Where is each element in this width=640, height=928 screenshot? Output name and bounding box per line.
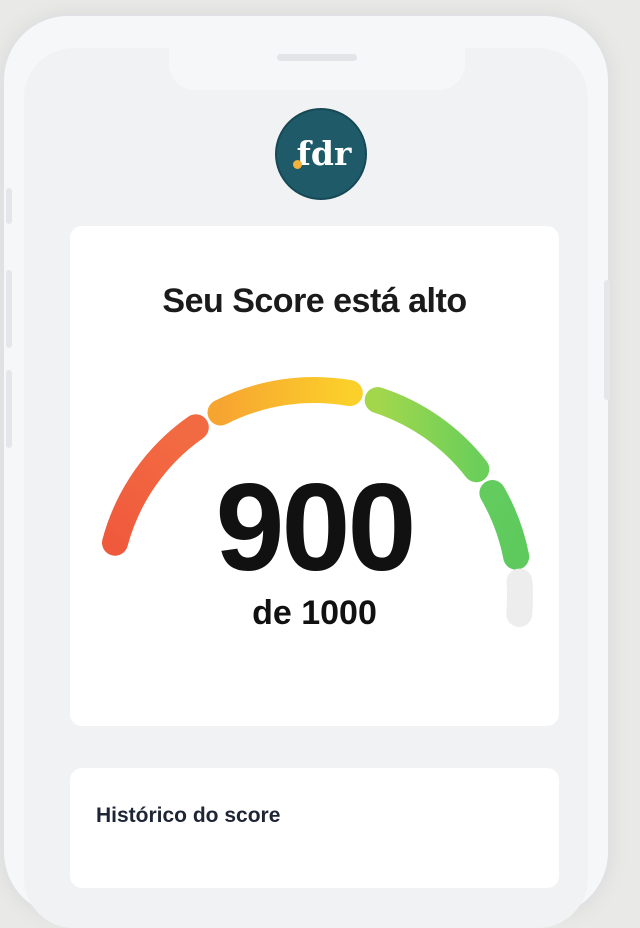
volume-down-button <box>6 370 12 448</box>
speaker-grille <box>277 54 357 61</box>
score-history-title: Histórico do score <box>96 804 281 827</box>
gauge-segment-low <box>207 377 363 426</box>
power-button <box>604 280 610 400</box>
phone-notch <box>169 48 465 90</box>
logo-text: fdr <box>296 133 352 173</box>
volume-up-button <box>6 270 12 348</box>
silent-switch <box>6 188 12 224</box>
score-value: 900 <box>215 459 417 597</box>
score-max-label: de 1000 <box>252 594 377 632</box>
fdr-logo: fdr <box>277 110 365 198</box>
score-history-card[interactable]: Histórico do score <box>70 768 559 888</box>
score-card: Seu Score está alto 900 de 1000 <box>70 226 559 726</box>
logo-dot <box>293 160 302 169</box>
